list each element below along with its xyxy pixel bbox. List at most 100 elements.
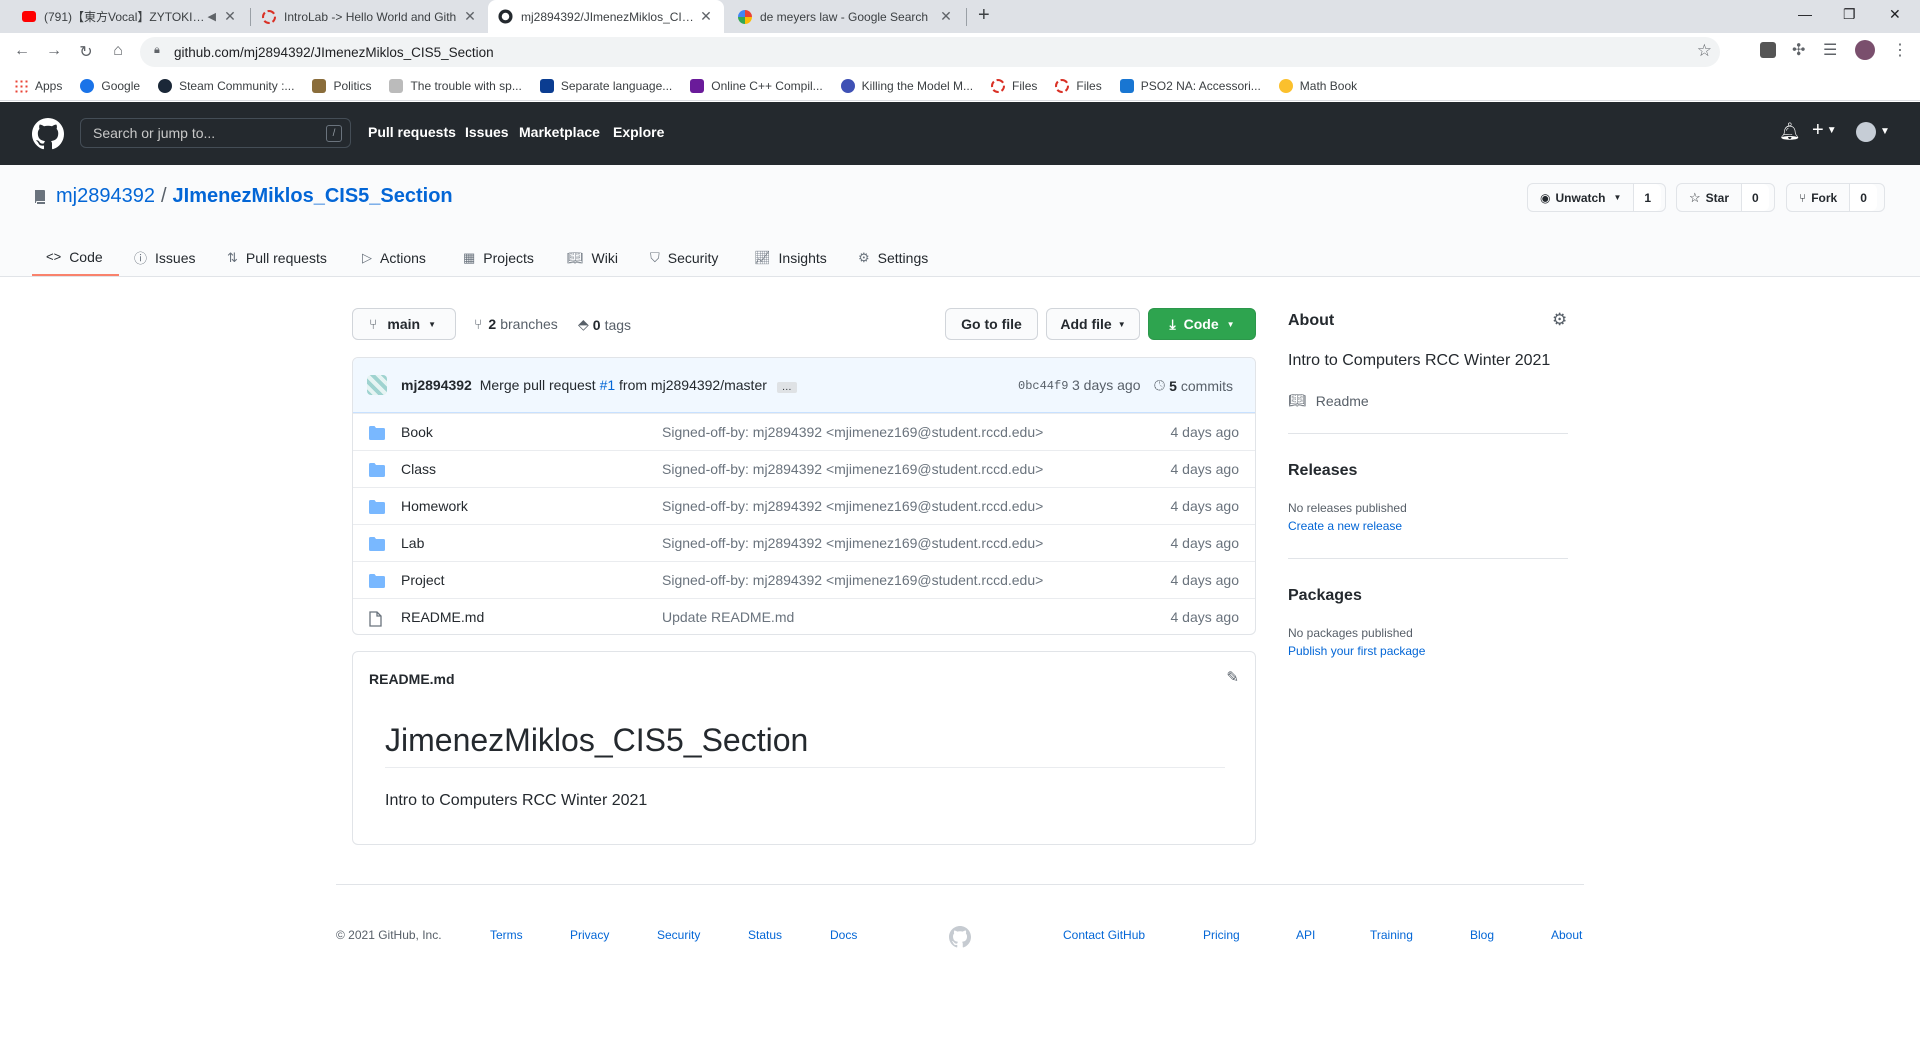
file-commit-message[interactable]: Signed-off-by: mj2894392 <mjimenez169@st… (662, 461, 1043, 477)
footer-link-docs[interactable]: Docs (830, 928, 857, 942)
file-row[interactable]: Class Signed-off-by: mj2894392 <mjimenez1… (353, 450, 1255, 487)
file-row[interactable]: Lab Signed-off-by: mj2894392 <mjimenez169… (353, 524, 1255, 561)
new-tab-icon[interactable]: + (978, 4, 990, 27)
commits-link[interactable]: 🕓︎ 5 commits (1154, 377, 1233, 394)
tab-insights[interactable]: 📈︎ Insights (754, 239, 827, 276)
gear-icon[interactable]: ⚙ (1552, 310, 1567, 330)
repo-owner-link[interactable]: mj2894392 (56, 185, 155, 208)
nav-explore[interactable]: Explore (613, 124, 664, 140)
file-row[interactable]: README.md Update README.md 4 days ago (353, 598, 1255, 634)
footer-link-contact[interactable]: Contact GitHub (1063, 928, 1145, 942)
readme-link[interactable]: 📖︎ Readme (1288, 392, 1369, 409)
nav-marketplace[interactable]: Marketplace (519, 124, 600, 140)
close-icon[interactable]: ✕ (462, 8, 478, 25)
footer-link-pricing[interactable]: Pricing (1203, 928, 1240, 942)
github-logo-icon[interactable] (32, 118, 64, 150)
packages-title[interactable]: Packages (1288, 587, 1362, 605)
file-name[interactable]: Project (401, 572, 445, 588)
footer-link-api[interactable]: API (1296, 928, 1315, 942)
bookmark-item[interactable]: Google (80, 78, 140, 93)
watch-count[interactable]: 1 (1633, 184, 1662, 211)
bookmark-item[interactable]: Separate language... (539, 78, 672, 93)
browser-tab[interactable]: (791)【東方Vocal】ZYTOKINE ◀︎ ✕ (12, 0, 248, 33)
github-mark-icon[interactable] (949, 926, 971, 948)
branches-link[interactable]: ⑂ 2 branches (474, 316, 558, 332)
commit-author[interactable]: mj2894392 (401, 377, 472, 393)
watch-button[interactable]: ◉ Unwatch ▼ 1 (1527, 183, 1666, 212)
footer-link-training[interactable]: Training (1370, 928, 1413, 942)
code-button[interactable]: ⤓ Code ▼ (1148, 308, 1256, 340)
commit-message-suffix[interactable]: from mj2894392/master (619, 377, 767, 393)
bell-icon[interactable]: 🔔︎ (1779, 122, 1801, 142)
speaker-icon[interactable]: ◀︎ (208, 10, 216, 23)
bookmark-item[interactable]: Politics (312, 78, 371, 93)
nav-pull-requests[interactable]: Pull requests (368, 124, 456, 140)
bookmark-item[interactable]: Files (991, 78, 1037, 93)
footer-link-status[interactable]: Status (748, 928, 782, 942)
extension-icon[interactable] (1760, 42, 1776, 58)
close-icon[interactable]: ✕ (698, 8, 714, 25)
back-icon[interactable]: ← (12, 42, 32, 60)
tags-link[interactable]: ⬘ 0 tags (578, 316, 631, 333)
commit-message-prefix[interactable]: Merge pull request (480, 377, 596, 393)
file-commit-message[interactable]: Signed-off-by: mj2894392 <mjimenez169@st… (662, 572, 1043, 588)
address-bar[interactable]: 🔒︎ github.com/mj2894392/JImenezMiklos_CI… (140, 37, 1720, 67)
fork-count[interactable]: 0 (1849, 184, 1877, 211)
file-name[interactable]: Class (401, 461, 436, 477)
search-input[interactable]: Search or jump to... / (80, 118, 351, 148)
nav-issues[interactable]: Issues (465, 124, 509, 140)
file-name[interactable]: Homework (401, 498, 468, 514)
file-name[interactable]: README.md (401, 609, 484, 625)
footer-link-terms[interactable]: Terms (490, 928, 523, 942)
forward-icon[interactable]: → (44, 42, 64, 60)
bookmark-item[interactable]: Killing the Model M... (840, 78, 973, 93)
file-commit-message[interactable]: Signed-off-by: mj2894392 <mjimenez169@st… (662, 424, 1043, 440)
puzzle-icon[interactable]: ✣ (1792, 40, 1805, 60)
reading-list-icon[interactable]: ☰ (1823, 40, 1837, 60)
pull-request-link[interactable]: #1 (600, 377, 616, 393)
add-file-button[interactable]: Add file ▼ (1046, 308, 1140, 340)
user-avatar[interactable] (1856, 122, 1876, 142)
bookmark-item[interactable]: Math Book (1278, 78, 1357, 93)
window-close-icon[interactable]: ✕ (1889, 6, 1901, 23)
publish-package-link[interactable]: Publish your first package (1288, 644, 1425, 658)
tab-actions[interactable]: ▷ Actions (362, 239, 426, 276)
file-row[interactable]: Book Signed-off-by: mj2894392 <mjimenez16… (353, 413, 1255, 450)
expand-commit-button[interactable]: … (776, 382, 797, 393)
file-commit-message[interactable]: Update README.md (662, 609, 794, 625)
create-new-icon[interactable]: + ▼ (1812, 119, 1837, 142)
footer-link-blog[interactable]: Blog (1470, 928, 1494, 942)
fork-button[interactable]: ⑂ Fork 0 (1786, 183, 1885, 212)
footer-link-privacy[interactable]: Privacy (570, 928, 609, 942)
repo-name-link[interactable]: JImenezMiklos_CIS5_Section (173, 185, 453, 208)
go-to-file-button[interactable]: Go to file (945, 308, 1038, 340)
star-bookmark-icon[interactable]: ☆ (1697, 41, 1712, 61)
browser-tab-active[interactable]: mj2894392/JImenezMiklos_CIS5_ ✕ (488, 0, 724, 33)
releases-title[interactable]: Releases (1288, 462, 1357, 480)
restore-icon[interactable]: ❐ (1843, 6, 1856, 23)
bookmark-apps[interactable]: Apps (14, 78, 62, 93)
profile-avatar[interactable] (1855, 40, 1875, 60)
bookmark-item[interactable]: The trouble with sp... (389, 78, 522, 93)
tab-wiki[interactable]: 📖︎ Wiki (567, 239, 618, 276)
commit-sha[interactable]: 0bc44f9 (1018, 379, 1068, 393)
bookmark-item[interactable]: Online C++ Compil... (690, 78, 823, 93)
close-icon[interactable]: ✕ (222, 8, 238, 25)
file-row[interactable]: Homework Signed-off-by: mj2894392 <mjimen… (353, 487, 1255, 524)
star-count[interactable]: 0 (1741, 184, 1769, 211)
footer-link-security[interactable]: Security (657, 928, 700, 942)
create-release-link[interactable]: Create a new release (1288, 519, 1402, 533)
reload-icon[interactable]: ↻ (76, 42, 96, 62)
minimize-icon[interactable]: — (1798, 6, 1812, 22)
menu-icon[interactable]: ⋮ (1892, 40, 1908, 60)
file-commit-message[interactable]: Signed-off-by: mj2894392 <mjimenez169@st… (662, 498, 1043, 514)
browser-tab[interactable]: de meyers law - Google Search ✕ (728, 0, 964, 33)
browser-tab[interactable]: IntroLab -> Hello World and Gith ✕ (252, 0, 488, 33)
star-button[interactable]: ☆ Star 0 (1676, 183, 1775, 212)
bookmark-item[interactable]: Steam Community :... (158, 78, 294, 93)
tab-settings[interactable]: ⚙ Settings (858, 239, 928, 276)
bookmark-item[interactable]: Files (1055, 78, 1102, 93)
tab-projects[interactable]: ▦ Projects (463, 239, 534, 276)
pencil-edit-icon[interactable]: ✎ (1226, 668, 1239, 686)
bookmark-item[interactable]: PSO2 NA: Accessori... (1119, 78, 1261, 93)
